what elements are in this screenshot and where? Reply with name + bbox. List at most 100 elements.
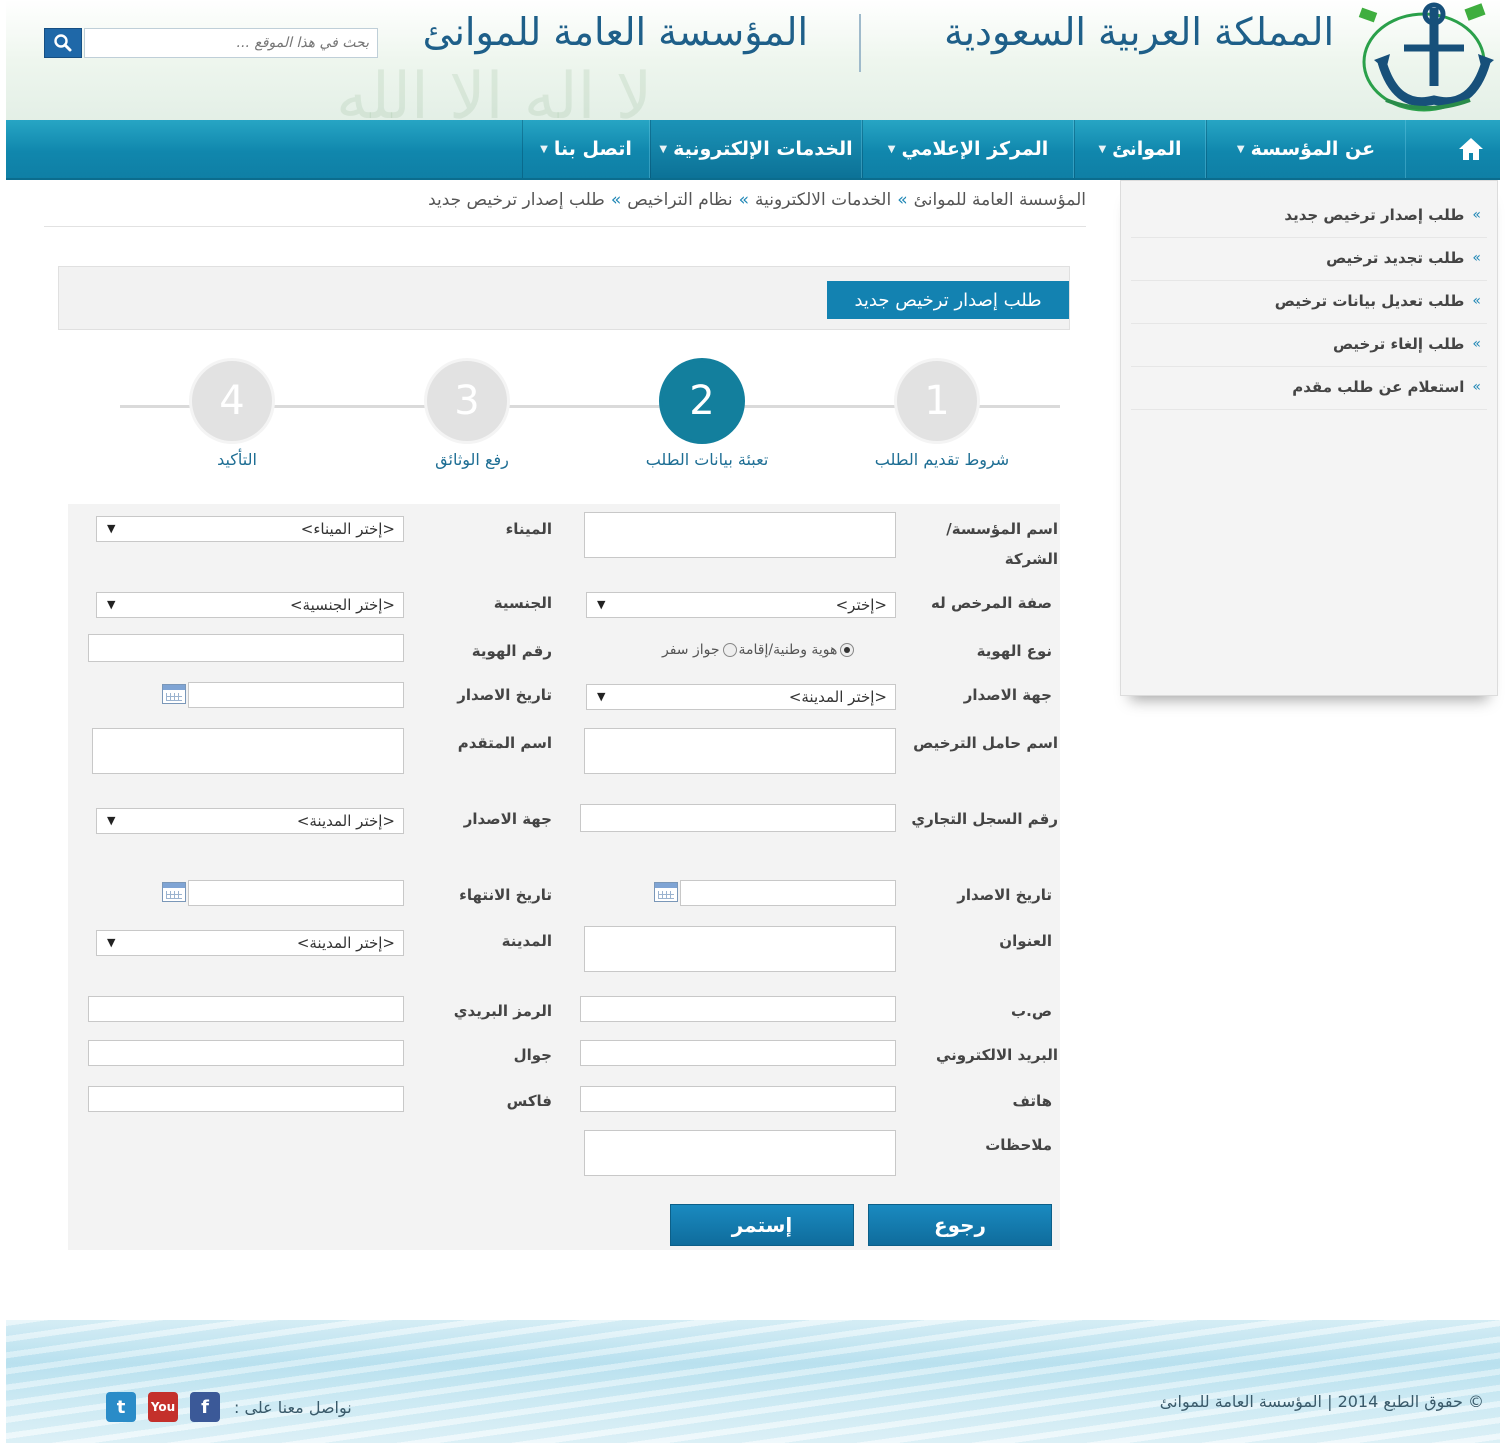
youtube-icon[interactable]: You bbox=[148, 1392, 178, 1422]
step-4-circle: 4 bbox=[189, 358, 275, 444]
cr-issue-date-input[interactable] bbox=[680, 880, 896, 906]
issue-date-input[interactable] bbox=[188, 682, 404, 708]
breadcrumb-link[interactable]: المؤسسة العامة للموانئ bbox=[914, 190, 1086, 210]
step-3-circle: 3 bbox=[424, 358, 510, 444]
license-holder-label: اسم حامل الترخيص bbox=[913, 734, 1058, 752]
org-title: المؤسسة العامة للموانئ bbox=[422, 10, 808, 54]
sidebar-item-cancel-license[interactable]: » طلب إلغاء ترخيص bbox=[1333, 324, 1481, 364]
breadcrumb-separator: » bbox=[897, 190, 908, 210]
breadcrumb-link[interactable]: نظام التراخيص bbox=[627, 190, 732, 210]
nav-label: الموانئ bbox=[1112, 138, 1182, 160]
licensee-role-select[interactable]: <إختر> ▼ bbox=[586, 592, 896, 618]
twitter-icon[interactable]: t bbox=[106, 1392, 136, 1422]
city-label: المدينة bbox=[501, 932, 552, 950]
logo-anchor-icon[interactable] bbox=[1346, 0, 1496, 118]
search-box bbox=[44, 28, 378, 58]
sidebar-item-label: طلب تعديل بيانات ترخيص bbox=[1274, 292, 1465, 310]
search-input[interactable] bbox=[84, 28, 378, 58]
phone-input[interactable] bbox=[580, 1086, 896, 1112]
applicant-name-input[interactable] bbox=[92, 728, 404, 774]
breadcrumb-current: طلب إصدار ترخيص جديد bbox=[428, 190, 605, 210]
sidebar-item-label: طلب إصدار ترخيص جديد bbox=[1284, 206, 1465, 224]
chevron-down-icon: ▼ bbox=[887, 143, 896, 155]
form-title: طلب إصدار ترخيص جديد bbox=[827, 281, 1069, 319]
company-name-label: اسم المؤسسة/ الشركة bbox=[946, 520, 1058, 568]
breadcrumb-link[interactable]: الخدمات الالكترونية bbox=[755, 190, 891, 210]
chevron-down-icon: ▼ bbox=[540, 143, 548, 155]
continue-button[interactable]: إستمر bbox=[670, 1204, 854, 1246]
nav-item-media-center[interactable]: المركز الإعلامي ▼ bbox=[862, 120, 1074, 178]
dropdown-arrow-icon: ▼ bbox=[107, 936, 116, 949]
facebook-icon[interactable]: f bbox=[190, 1392, 220, 1422]
nav-item-ports[interactable]: الموانئ ▼ bbox=[1074, 120, 1206, 178]
nav-item-about[interactable]: عن المؤسسة ▼ bbox=[1206, 120, 1406, 178]
sidebar-item-renew-license[interactable]: » طلب تجديد ترخيص bbox=[1326, 238, 1481, 278]
calendar-icon[interactable] bbox=[162, 882, 186, 902]
radio-passport[interactable] bbox=[722, 643, 737, 657]
email-label: البريد الالكتروني bbox=[936, 1046, 1058, 1064]
cr-number-input[interactable] bbox=[580, 804, 896, 832]
address-input[interactable] bbox=[584, 926, 896, 972]
cr-issue-authority-select[interactable]: <إختر المدينة> ▼ bbox=[96, 808, 404, 834]
sidebar-item-label: طلب إلغاء ترخيص bbox=[1332, 335, 1465, 353]
bullet-icon: » bbox=[1472, 207, 1481, 223]
phone-label: هاتف bbox=[1012, 1092, 1052, 1110]
breadcrumb-separator: » bbox=[738, 190, 750, 210]
city-select[interactable]: <إختر المدينة> ▼ bbox=[96, 930, 404, 956]
email-input[interactable] bbox=[580, 1040, 896, 1066]
nav-label: عن المؤسسة bbox=[1250, 138, 1376, 160]
chevron-down-icon: ▼ bbox=[1098, 143, 1107, 155]
licensee-role-label: صفة المرخص له bbox=[931, 594, 1052, 612]
breadcrumb: المؤسسة العامة للموانئ»الخدمات الالكترون… bbox=[428, 190, 1086, 210]
sidebar-item-modify-license[interactable]: » طلب تعديل بيانات ترخيص bbox=[1275, 281, 1481, 321]
license-holder-input[interactable] bbox=[584, 728, 896, 774]
select-value: <إختر المدينة> bbox=[788, 688, 887, 706]
nav-label: الخدمات الإلكترونية bbox=[673, 138, 853, 160]
application-form: اسم المؤسسة/ الشركة الميناء <إختر المينا… bbox=[68, 504, 1060, 1250]
social-links: نواصل معنا على : f You t bbox=[106, 1392, 352, 1422]
sidebar: » طلب إصدار ترخيص جديد » طلب تجديد ترخيص »… bbox=[1120, 180, 1498, 696]
issue-authority-select[interactable]: <إختر المدينة> ▼ bbox=[586, 684, 896, 710]
radio-national-id[interactable] bbox=[840, 643, 855, 657]
select-value: <إختر الميناء> bbox=[300, 520, 395, 538]
header-watermark: لا إله إلا الله bbox=[336, 60, 653, 122]
kingdom-title: المملكة العربية السعودية bbox=[944, 10, 1334, 54]
dropdown-arrow-icon: ▼ bbox=[597, 690, 606, 703]
sidebar-item-inquiry[interactable]: » استعلام عن طلب مقدم bbox=[1292, 367, 1481, 407]
fax-input[interactable] bbox=[88, 1086, 404, 1112]
fax-label: فاكس bbox=[506, 1092, 552, 1110]
id-number-label: رقم الهوية bbox=[471, 642, 552, 660]
nav-item-eservices[interactable]: الخدمات الإلكترونية ▼ bbox=[650, 120, 862, 178]
chevron-down-icon: ▼ bbox=[1236, 143, 1245, 155]
form-header: طلب إصدار ترخيص جديد bbox=[58, 266, 1070, 330]
calendar-icon[interactable] bbox=[654, 882, 678, 902]
nationality-select[interactable]: <إختر الجنسية> ▼ bbox=[96, 592, 404, 618]
step-1-circle: 1 bbox=[894, 358, 980, 444]
mobile-input[interactable] bbox=[88, 1040, 404, 1066]
title-divider bbox=[859, 14, 861, 72]
search-icon bbox=[54, 34, 72, 52]
select-value: <إختر الجنسية> bbox=[289, 596, 395, 614]
company-name-input[interactable] bbox=[584, 512, 896, 558]
back-button[interactable]: رجوع bbox=[868, 1204, 1052, 1246]
cr-expiry-date-label: تاريخ الانتهاء bbox=[459, 886, 552, 904]
search-button[interactable] bbox=[44, 28, 82, 58]
sidebar-item-new-license[interactable]: » طلب إصدار ترخيص جديد bbox=[1284, 195, 1481, 235]
step-2-label: تعبئة بيانات الطلب bbox=[645, 450, 769, 469]
nav-item-contact[interactable]: اتصل بنا ▼ bbox=[522, 120, 650, 178]
id-number-input[interactable] bbox=[88, 634, 404, 662]
cr-issue-authority-label: جهة الاصدار bbox=[463, 810, 552, 828]
postal-code-input[interactable] bbox=[88, 996, 404, 1022]
select-value: <إختر المدينة> bbox=[296, 934, 395, 952]
notes-input[interactable] bbox=[584, 1130, 896, 1176]
po-box-input[interactable] bbox=[580, 996, 896, 1022]
cr-expiry-date-input[interactable] bbox=[188, 880, 404, 906]
dropdown-arrow-icon: ▼ bbox=[107, 814, 116, 827]
radio-label: هوية وطنية/إقامة bbox=[738, 642, 838, 658]
notes-label: ملاحظات bbox=[985, 1136, 1052, 1154]
mobile-label: جوال bbox=[513, 1046, 552, 1064]
address-label: العنوان bbox=[999, 932, 1052, 950]
home-icon[interactable] bbox=[1456, 134, 1486, 164]
calendar-icon[interactable] bbox=[162, 684, 186, 704]
port-select[interactable]: <إختر الميناء> ▼ bbox=[96, 516, 404, 542]
